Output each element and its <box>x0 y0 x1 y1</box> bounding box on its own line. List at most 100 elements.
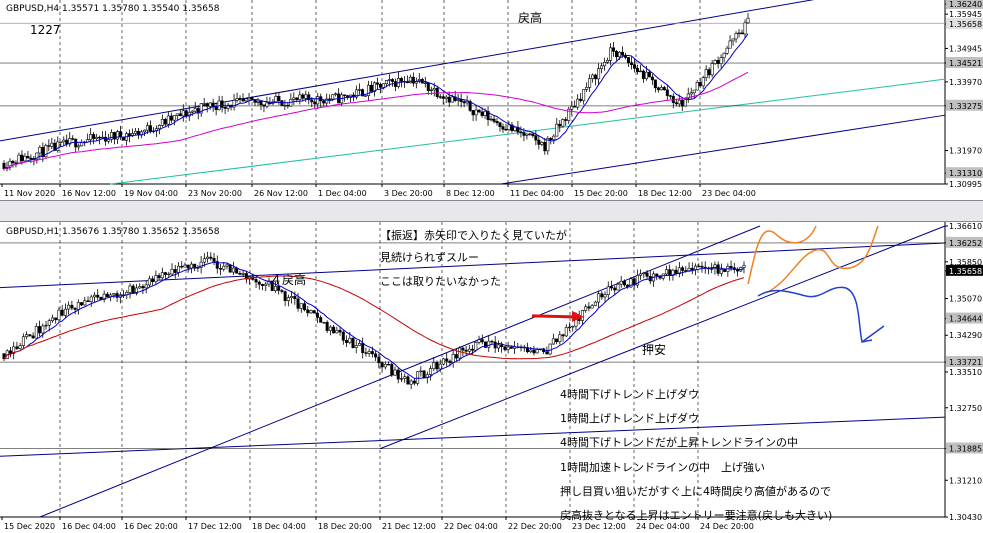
h4-candle-body <box>576 98 580 108</box>
h4-candle-body <box>190 110 194 113</box>
h1-candle-body <box>319 317 323 323</box>
h1-annotation-oshiyasu: 押安 <box>642 342 666 357</box>
h4-candle-body <box>384 80 388 85</box>
h4-candle-body <box>438 96 442 98</box>
h4-candle-body <box>713 60 717 64</box>
h4-candle-body <box>208 102 212 107</box>
h4-candle-body <box>555 123 559 137</box>
h1-candle-body <box>219 268 223 270</box>
h4-candle-body <box>301 94 305 99</box>
h1-candle-body <box>164 272 168 275</box>
h1-price-label: 1.33721 <box>949 358 982 367</box>
h1-note-line: ここは取りたいなかった <box>380 275 501 288</box>
h1-candle-body <box>261 284 265 286</box>
h4-candle-body <box>504 128 508 131</box>
h1-candle-body <box>280 290 284 292</box>
h1-candle-body <box>496 344 500 349</box>
h4-candle-body <box>600 65 604 69</box>
h4-candle-body <box>704 69 708 78</box>
h4-candle-body <box>343 94 347 96</box>
h1-candle-body <box>89 296 93 302</box>
h1-chart-svg[interactable]: GBPUSD,H1 1.35676 1.35780 1.35652 1.3565… <box>0 222 983 533</box>
h1-candle-body <box>655 273 659 277</box>
h1-candle-body <box>41 325 45 334</box>
h4-candle-body <box>740 32 744 35</box>
h4-candle-body <box>618 51 622 58</box>
h1-time-label: 22 Dec 20:00 <box>508 522 562 531</box>
h4-candle-body <box>358 89 362 91</box>
h1-candle-body <box>157 275 161 279</box>
h1-candle-body <box>697 265 701 268</box>
h4-candle-body <box>731 38 735 42</box>
h4-candle-body <box>579 98 583 101</box>
h1-note-line: 4時間下げトレンドだが上昇トレンドラインの中 <box>560 435 798 449</box>
h1-candle-body <box>361 343 365 353</box>
h1-candle-body <box>467 348 471 352</box>
h1-candle-body <box>639 273 643 276</box>
h4-candle-body <box>677 99 681 105</box>
h4-chart-svg[interactable]: GBPUSD,H4 1.35571 1.35780 1.35540 1.3565… <box>0 0 983 200</box>
h1-chart-panel[interactable]: GBPUSD,H1 1.35676 1.35780 1.35652 1.3565… <box>0 222 983 533</box>
h1-price-label: 1.30430 <box>949 513 982 522</box>
h4-candle-body <box>110 132 114 140</box>
h4-candle-body <box>459 99 463 102</box>
h4-candle-body <box>552 135 556 141</box>
h4-candle-body <box>585 87 589 90</box>
h4-trend-line <box>0 0 815 142</box>
h4-candle-body <box>588 78 592 88</box>
h1-candle-body <box>286 297 290 301</box>
h1-candle-body <box>31 335 35 339</box>
h1-candle-body <box>584 306 588 311</box>
h4-candle-body <box>507 124 511 131</box>
h1-price-label: 1.35658 <box>949 267 982 276</box>
h4-candle-body <box>615 50 619 58</box>
h1-candle-body <box>535 349 539 354</box>
h1-candle-body <box>231 267 235 273</box>
h1-candle-body <box>8 350 12 354</box>
h1-candle-body <box>283 291 287 301</box>
h1-candle-body <box>593 301 597 306</box>
h1-candle-body <box>357 343 361 346</box>
h1-time-label: 15 Dec 2020 <box>4 522 55 531</box>
panel-separator[interactable] <box>0 200 983 222</box>
h1-candle-body <box>325 321 329 331</box>
h1-candle-body <box>105 293 109 297</box>
h4-candle-body <box>166 115 170 125</box>
h4-candle-body <box>316 96 320 105</box>
h4-price-label: 1.34521 <box>949 59 982 68</box>
h4-candle-body <box>582 89 586 101</box>
h4-candle-body <box>441 96 445 99</box>
h4-candle-body <box>411 76 415 84</box>
h4-candle-body <box>522 132 526 136</box>
h1-grid <box>0 222 946 518</box>
h1-candle-body <box>186 264 190 269</box>
h1-candle-body <box>451 354 455 363</box>
h4-candle-body <box>743 22 747 35</box>
h1-annotation-yon-modoritaka: ４戻高 <box>270 272 306 287</box>
h1-candle-body <box>173 269 177 273</box>
h1-candle-body <box>503 346 507 350</box>
h1-candle-body <box>487 340 491 348</box>
h4-candle-body <box>328 98 332 101</box>
h1-candle-body <box>390 363 394 376</box>
h4-candle-body <box>603 61 607 67</box>
h1-candle-body <box>76 302 80 310</box>
h4-time-label: 23 Dec 04:00 <box>702 189 756 198</box>
h1-candle-body <box>160 272 164 279</box>
h1-candle-body <box>561 334 565 337</box>
h4-chart-panel[interactable]: GBPUSD,H4 1.35571 1.35780 1.35540 1.3565… <box>0 0 983 200</box>
h4-candle-body <box>304 94 308 99</box>
h4-time-label: 15 Dec 20:00 <box>574 189 628 198</box>
h1-candle-body <box>312 310 316 314</box>
h1-candle-body <box>83 300 87 306</box>
h1-candle-body <box>92 294 96 298</box>
h4-price-label: 1.31970 <box>949 147 982 156</box>
h1-time-label: 16 Dec 04:00 <box>62 522 116 531</box>
h4-candle-body <box>77 145 81 148</box>
h4-candle-body <box>477 109 481 113</box>
h4-candle-body <box>169 115 173 121</box>
h4-price-label: 1.35658 <box>949 20 982 29</box>
h1-candle-body <box>154 275 158 283</box>
h1-time-label: 22 Dec 04:00 <box>444 522 498 531</box>
h4-candle-body <box>193 108 197 112</box>
